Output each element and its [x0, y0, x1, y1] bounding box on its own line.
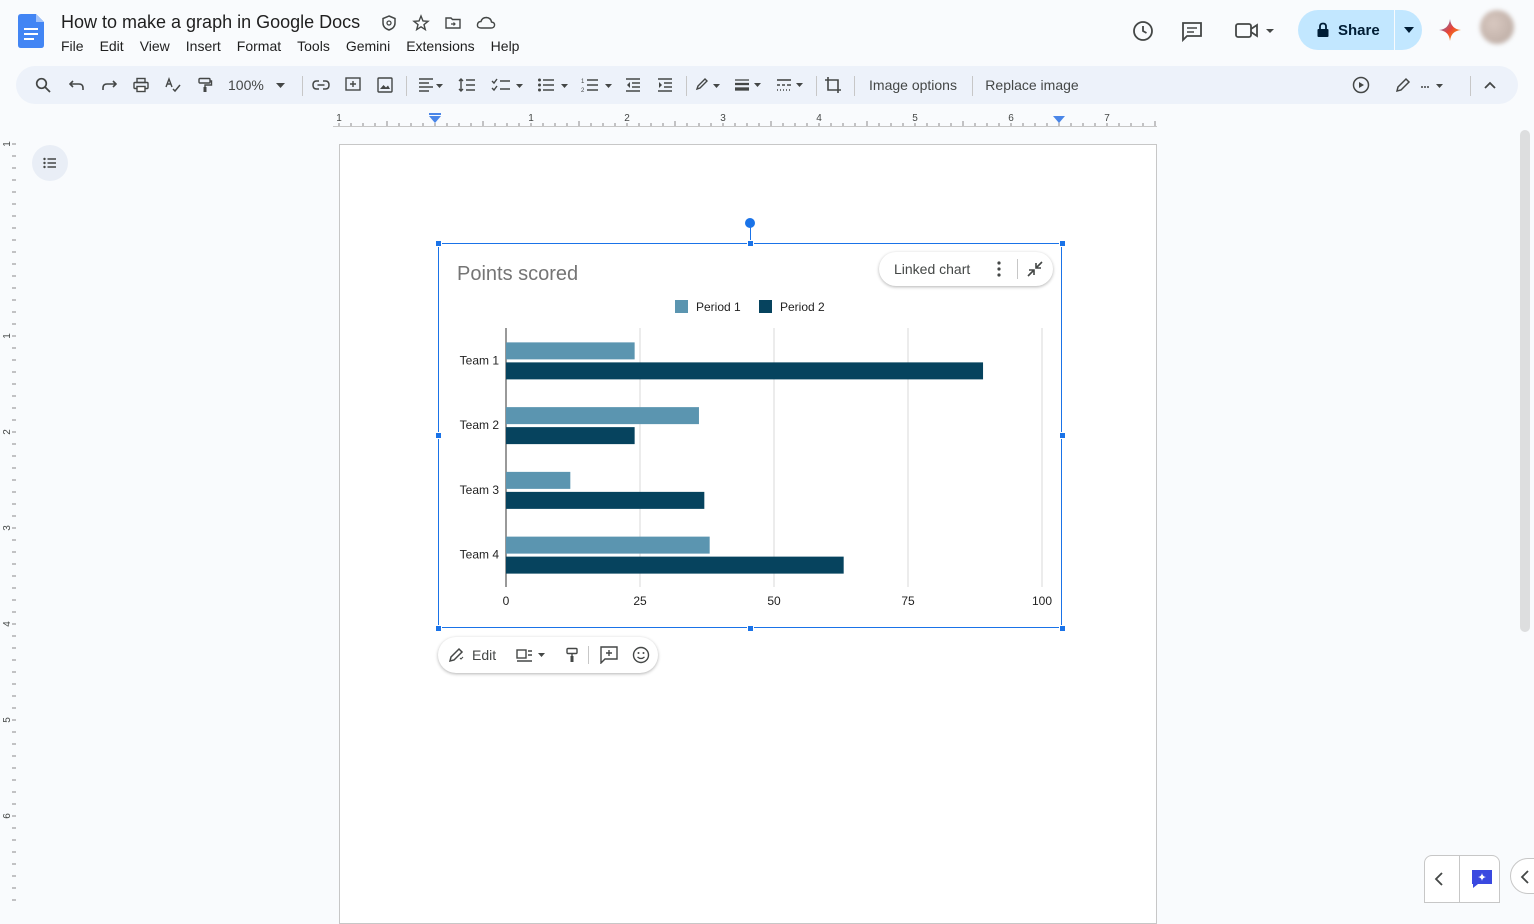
- bar: [506, 427, 635, 445]
- linked-chart-options: Linked chart: [879, 252, 1053, 286]
- add-comment-button[interactable]: [600, 637, 618, 673]
- bar: [506, 471, 571, 489]
- category-label: Team 1: [460, 353, 500, 367]
- pill-divider: [1017, 259, 1018, 279]
- bar: [506, 362, 984, 380]
- bar: [506, 407, 699, 425]
- wrap-text-button[interactable]: [516, 637, 548, 673]
- chevron-left-icon: [1520, 870, 1529, 884]
- legend-swatch: [759, 300, 772, 313]
- category-label: Team 4: [460, 548, 500, 562]
- bar: [506, 536, 710, 554]
- format-painter-button[interactable]: [564, 637, 580, 673]
- x-tick-label: 75: [901, 594, 915, 608]
- x-tick-label: 0: [503, 594, 510, 608]
- bar: [506, 491, 705, 509]
- bar: [506, 556, 844, 574]
- legend-swatch: [675, 300, 688, 313]
- edit-pencil-icon: [448, 647, 464, 663]
- linked-chart-label[interactable]: Linked chart: [879, 261, 989, 277]
- legend-label: Period 1: [696, 300, 741, 314]
- more-vert-icon[interactable]: [989, 259, 1009, 279]
- legend-label: Period 2: [780, 300, 825, 314]
- add-comment-icon: [600, 646, 618, 664]
- paint-format-icon: [566, 647, 578, 662]
- add-emoji-reaction-button[interactable]: [632, 637, 650, 673]
- bar-chart: 0 25 50 75 100 Team 1 Team 2 Team 3 Team 4 Perio…: [460, 300, 1052, 608]
- vertical-scrollbar[interactable]: [1520, 130, 1530, 632]
- unlink-collapse-icon[interactable]: [1026, 260, 1044, 278]
- x-tick-label: 25: [633, 594, 647, 608]
- x-tick-label: 50: [767, 594, 781, 608]
- gemini-chat-icon[interactable]: [1470, 868, 1494, 890]
- x-tick-label: 100: [1032, 594, 1052, 608]
- side-panel-toggle: [1424, 855, 1500, 903]
- category-label: Team 3: [460, 483, 500, 497]
- wrap-text-icon: [516, 649, 545, 662]
- category-label: Team 2: [460, 418, 500, 432]
- edit-label: Edit: [472, 647, 497, 663]
- toolbar-divider: [588, 646, 589, 664]
- edit-chart-button[interactable]: Edit: [448, 637, 496, 673]
- image-floating-toolbar: Edit: [438, 637, 658, 673]
- panel-divider: [1459, 855, 1460, 903]
- emoji-icon: [632, 646, 650, 664]
- bar: [506, 342, 635, 360]
- chevron-left-icon[interactable]: [1433, 872, 1445, 886]
